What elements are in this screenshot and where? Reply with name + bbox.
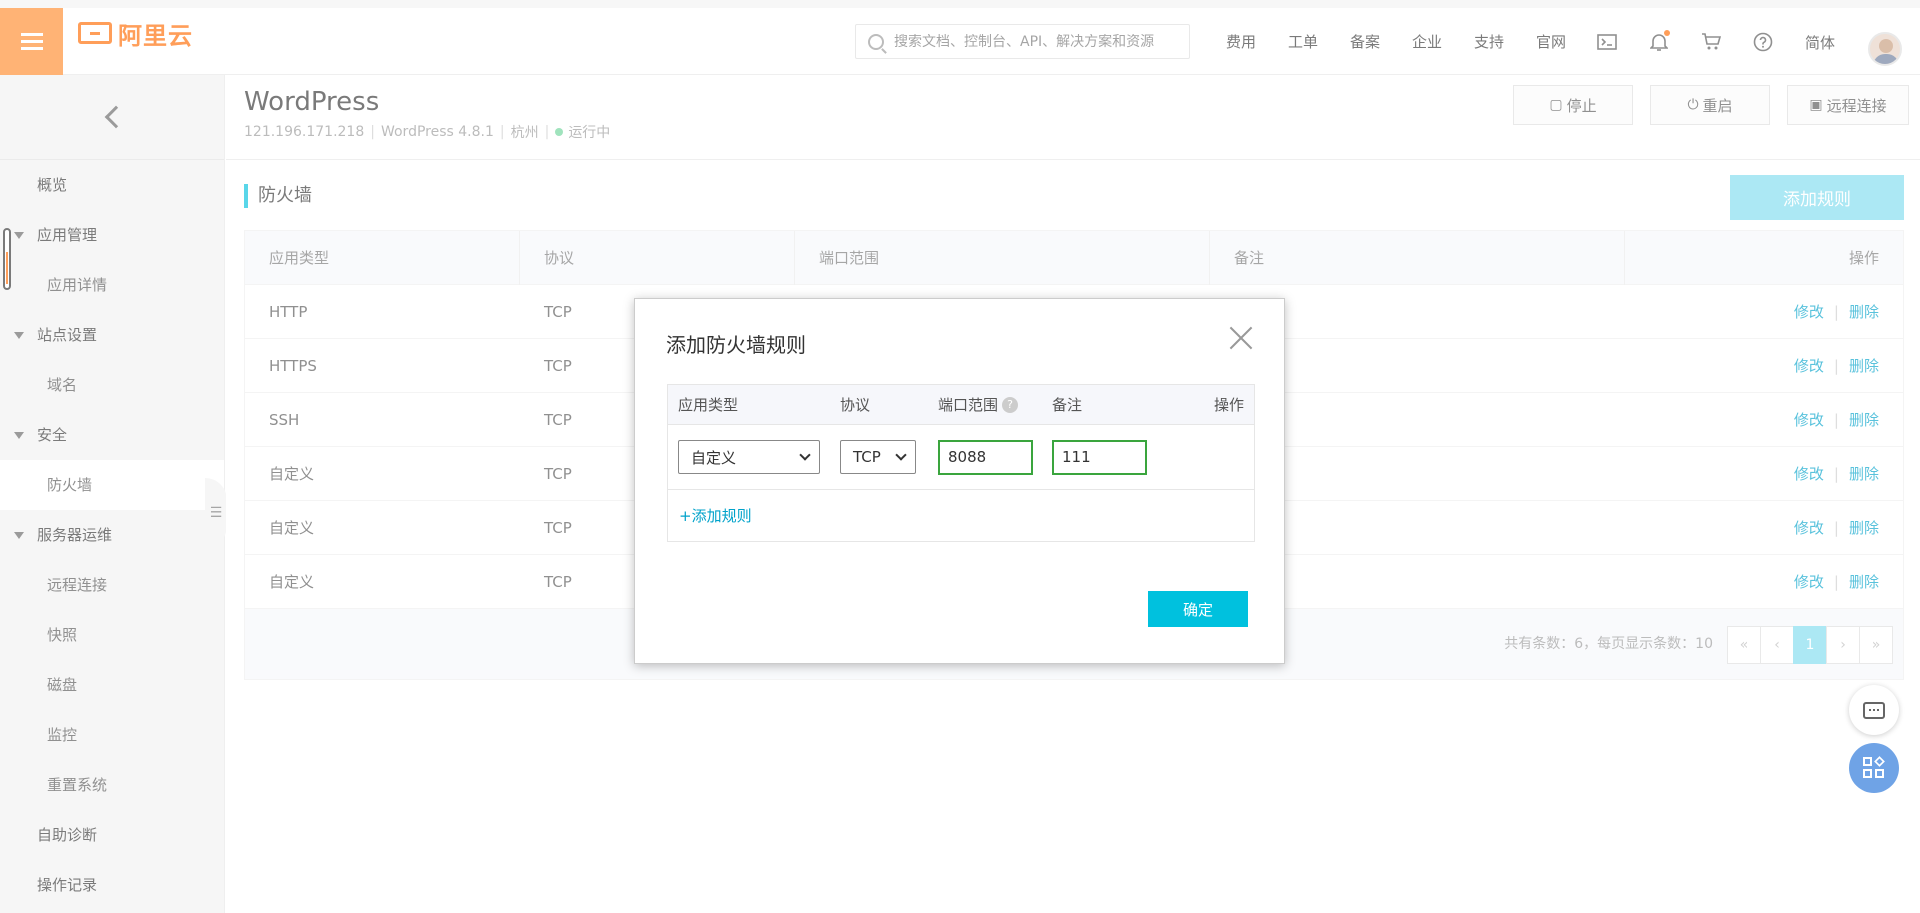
dialog-title: 添加防火墙规则 (666, 333, 806, 357)
chevron-down-icon (895, 449, 907, 461)
add-rule-link[interactable]: +添加规则 (679, 505, 752, 526)
apps-icon (1863, 756, 1885, 779)
protocol-select[interactable]: TCP (840, 440, 916, 474)
add-firewall-rule-dialog: 添加防火墙规则 应用类型 协议 端口范围? 备注 操作 自定义 TCP 8088… (634, 298, 1285, 664)
apps-button[interactable] (1849, 743, 1899, 793)
chat-button[interactable] (1849, 685, 1899, 735)
port-range-input[interactable] (938, 439, 1033, 475)
app-type-select[interactable]: 自定义 (678, 440, 820, 474)
confirm-button[interactable]: 确定 (1148, 591, 1248, 627)
chevron-down-icon (799, 449, 811, 461)
rule-form-header: 应用类型 协议 端口范围? 备注 操作 (668, 385, 1254, 425)
rule-form-table: 应用类型 协议 端口范围? 备注 操作 自定义 TCP 8088 111 +添加… (667, 384, 1255, 542)
note-input[interactable] (1052, 439, 1147, 475)
rule-form-row: 自定义 TCP (668, 425, 1254, 490)
chat-icon (1863, 701, 1885, 719)
close-icon[interactable] (1228, 325, 1254, 351)
rule-form-footer: +添加规则 (668, 490, 1254, 541)
help-icon[interactable]: ? (1002, 396, 1019, 413)
